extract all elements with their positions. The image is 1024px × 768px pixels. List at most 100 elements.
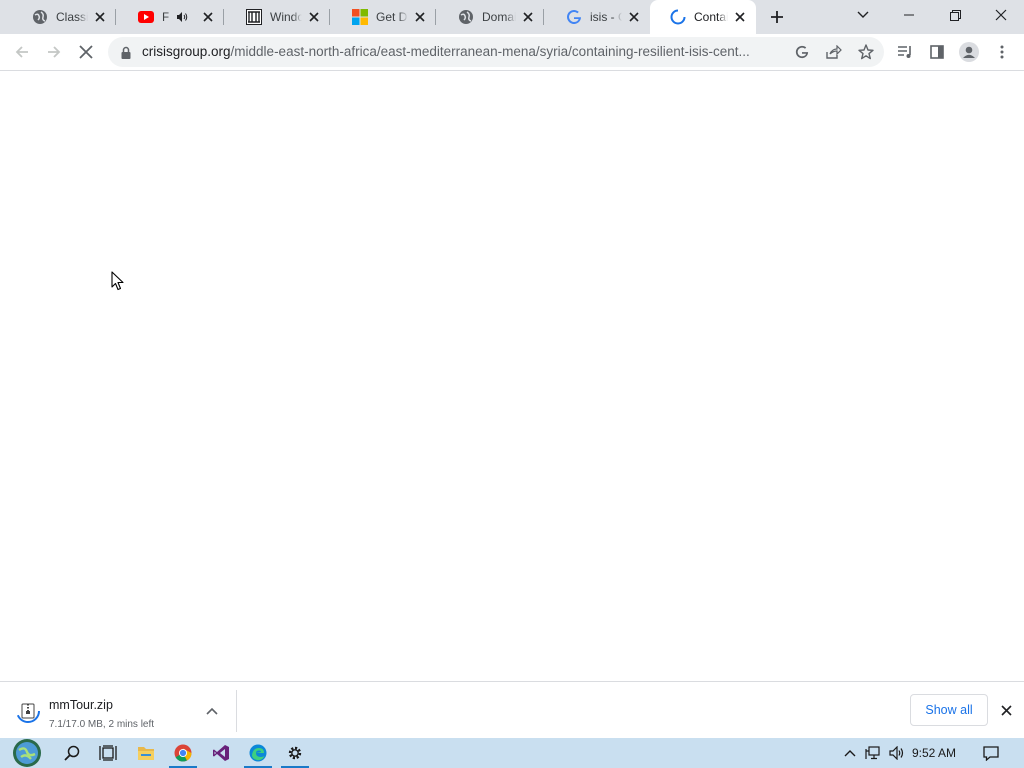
tab-separator <box>223 9 224 25</box>
notification-icon <box>983 745 999 761</box>
close-icon[interactable] <box>732 9 748 25</box>
task-view-button[interactable] <box>90 738 126 768</box>
tab-separator <box>543 9 544 25</box>
tab-title: ClassicShell <box>56 10 88 24</box>
tab-isis-google[interactable]: isis - Go <box>546 0 650 34</box>
restore-button[interactable] <box>932 0 978 30</box>
download-filename: mmTour.zip <box>49 698 113 712</box>
edge-button[interactable] <box>240 738 276 768</box>
share-icon[interactable] <box>824 42 844 62</box>
tab-separator <box>329 9 330 25</box>
tab-containing-active[interactable]: Contain <box>650 0 756 34</box>
chevron-up-icon <box>844 750 856 757</box>
task-view-icon <box>99 745 117 761</box>
close-window-button[interactable] <box>978 0 1024 30</box>
tab-search-button[interactable] <box>840 0 886 30</box>
bookmark-star-icon[interactable] <box>856 42 876 62</box>
forward-button[interactable] <box>40 38 68 66</box>
download-status: 7.1/17.0 MB, 2 mins left <box>49 719 155 730</box>
download-shelf: mmTour.zip 7.1/17.0 MB, 2 mins left Show… <box>0 681 1024 738</box>
tab-title: Get Dev <box>376 10 408 24</box>
speaker-icon <box>889 746 904 760</box>
tab-title: Windows <box>270 10 302 24</box>
new-tab-button[interactable] <box>766 6 788 28</box>
taskbar: 9:52 AM <box>0 738 1024 768</box>
action-center-button[interactable] <box>980 738 1002 768</box>
close-icon[interactable] <box>92 9 108 25</box>
tab-title: Full <box>162 10 170 24</box>
url-text[interactable]: crisisgroup.org/middle-east-north-africa… <box>142 44 792 59</box>
restore-icon <box>949 9 961 21</box>
tab-title: Contain <box>694 10 728 24</box>
chrome-icon <box>174 744 192 762</box>
url-host: crisisgroup.org <box>142 44 231 59</box>
search-button[interactable] <box>54 738 90 768</box>
side-panel-icon <box>930 45 944 59</box>
taskbar-clock[interactable]: 9:52 AM <box>912 746 956 760</box>
chrome-taskbar-button[interactable] <box>165 738 201 768</box>
page-content <box>0 71 1024 681</box>
tab-title: isis - Go <box>590 10 622 24</box>
tab-windows[interactable]: Windows <box>226 0 330 34</box>
tab-title: Domain <box>482 10 516 24</box>
media-queue-icon <box>898 46 911 58</box>
media-control-button[interactable] <box>891 38 919 66</box>
close-icon <box>995 9 1007 21</box>
search-icon <box>64 745 80 761</box>
settings-icon <box>288 746 302 760</box>
chevron-up-icon[interactable] <box>204 703 220 719</box>
loading-spinner-icon <box>670 9 686 25</box>
chevron-down-icon <box>857 11 869 18</box>
stop-loading-button[interactable] <box>72 38 100 66</box>
plus-icon <box>771 11 783 23</box>
menu-button[interactable] <box>988 38 1016 66</box>
settings-button[interactable] <box>277 738 313 768</box>
globe-icon <box>458 9 474 25</box>
microsoft-logo-icon <box>352 9 368 25</box>
tab-separator <box>115 9 116 25</box>
speaker-icon[interactable] <box>174 9 190 25</box>
network-icon <box>865 746 880 760</box>
visual-studio-icon <box>213 745 229 761</box>
show-hidden-icons-button[interactable] <box>840 738 860 768</box>
tab-domain[interactable]: Domain <box>438 0 544 34</box>
profile-button[interactable] <box>955 38 983 66</box>
start-button[interactable] <box>8 738 46 768</box>
close-icon[interactable] <box>626 9 642 25</box>
side-panel-button[interactable] <box>923 38 951 66</box>
divider <box>236 690 237 732</box>
tab-classicshell[interactable]: ClassicShell <box>12 0 116 34</box>
close-download-shelf-button[interactable] <box>997 701 1015 719</box>
close-icon[interactable] <box>520 9 536 25</box>
tab-separator <box>435 9 436 25</box>
close-icon[interactable] <box>200 9 216 25</box>
volume-button[interactable] <box>886 738 908 768</box>
visual-studio-button[interactable] <box>203 738 239 768</box>
youtube-icon <box>138 9 154 25</box>
tab-youtube[interactable]: Full <box>118 0 224 34</box>
close-icon[interactable] <box>306 9 322 25</box>
library-icon <box>246 9 262 25</box>
address-bar[interactable]: crisisgroup.org/middle-east-north-africa… <box>108 37 884 67</box>
tab-strip: ClassicShell Full Windows Get Dev <box>0 0 1024 34</box>
tab-get-dev[interactable]: Get Dev <box>332 0 436 34</box>
close-icon <box>1000 704 1012 716</box>
arrow-left-icon <box>15 46 28 58</box>
globe-icon <box>32 9 48 25</box>
back-button[interactable] <box>8 38 36 66</box>
url-path: /middle-east-north-africa/east-mediterra… <box>230 44 750 59</box>
file-explorer-button[interactable] <box>128 738 164 768</box>
close-icon[interactable] <box>412 9 428 25</box>
stop-icon <box>79 45 93 59</box>
download-item[interactable]: mmTour.zip 7.1/17.0 MB, 2 mins left <box>8 686 236 736</box>
start-orb-icon <box>13 739 41 767</box>
lock-icon[interactable] <box>120 45 132 59</box>
minimize-icon <box>904 14 914 16</box>
show-all-button[interactable]: Show all <box>910 694 988 726</box>
avatar-icon <box>959 42 979 62</box>
minimize-button[interactable] <box>886 0 932 30</box>
google-icon <box>566 9 582 25</box>
google-lens-icon[interactable] <box>792 42 812 62</box>
more-vert-icon <box>1000 45 1004 59</box>
network-button[interactable] <box>862 738 884 768</box>
